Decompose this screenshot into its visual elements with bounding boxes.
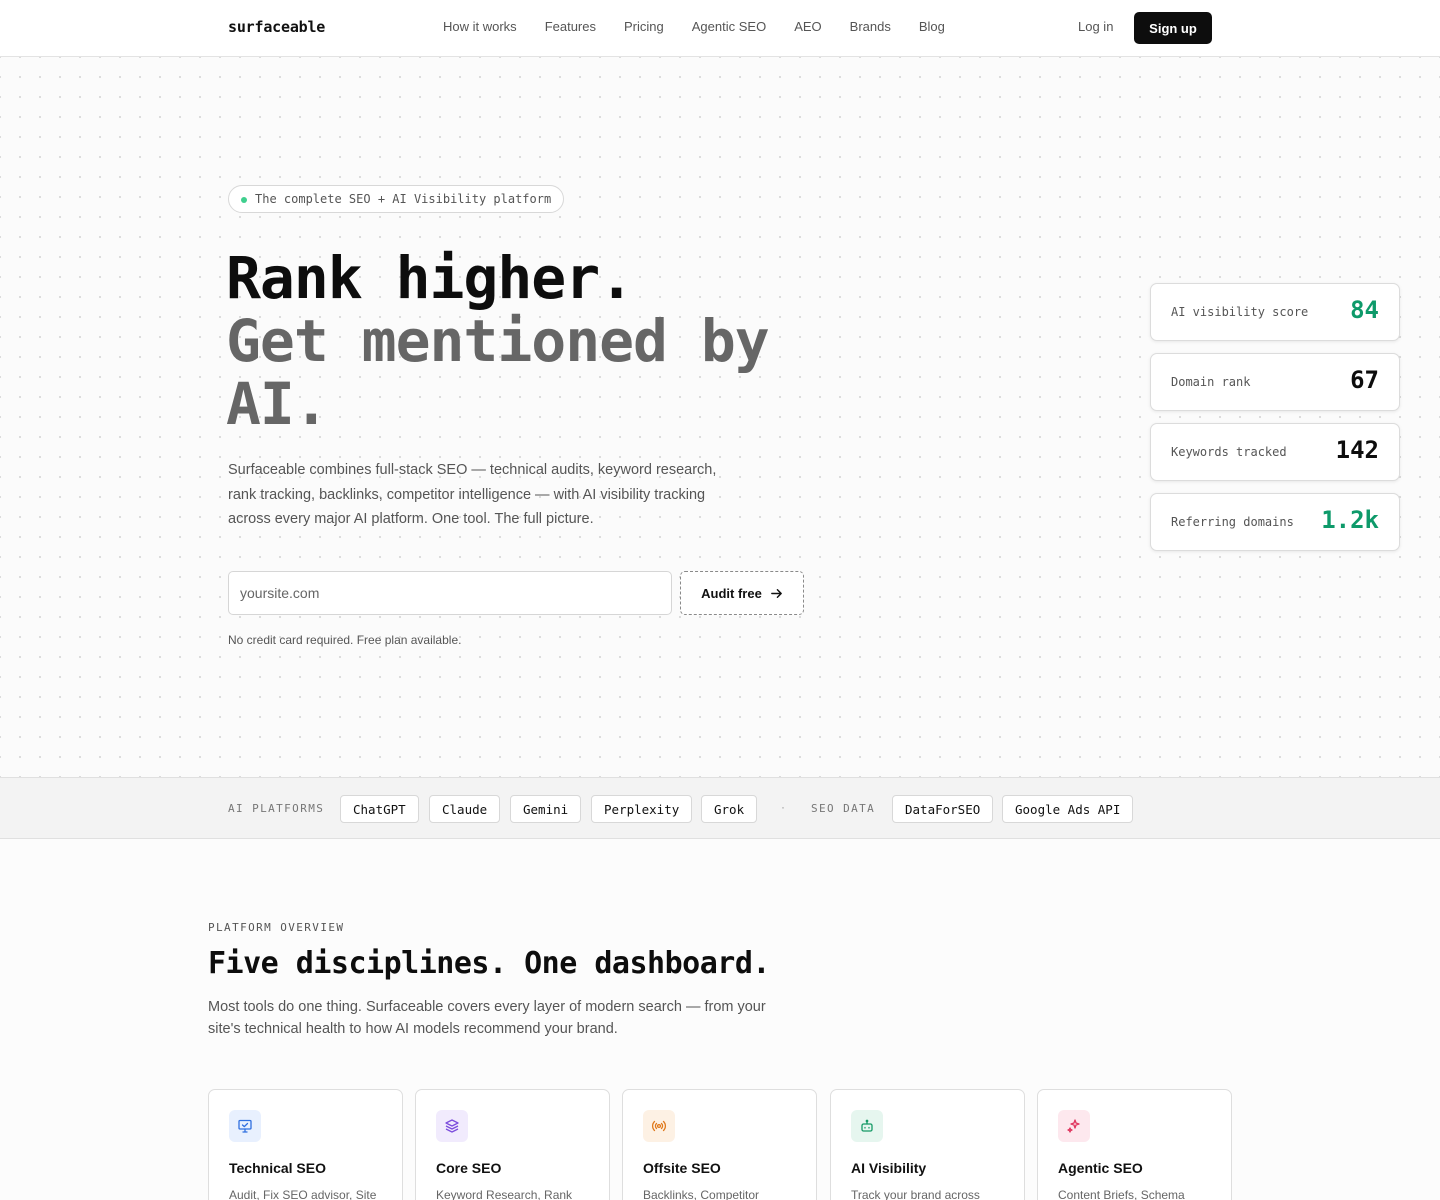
overview-description: Most tools do one thing. Surfaceable cov… <box>208 999 766 1037</box>
feature-title: Core SEO <box>436 1160 502 1176</box>
hero-note: No credit card required. Free plan avail… <box>228 633 462 647</box>
feature-title: Agentic SEO <box>1058 1160 1143 1176</box>
chip-dataforseo: DataForSEO <box>892 795 994 823</box>
feature-card-offsite-seo[interactable]: Offsite SEO Backlinks, Competitor <box>622 1089 817 1200</box>
nav-links: How it works Features Pricing Agentic SE… <box>443 19 945 34</box>
nav-link-how-it-works[interactable]: How it works <box>443 19 517 34</box>
chip-perplexity: Perplexity <box>591 795 693 823</box>
hero-badge: The complete SEO + AI Visibility platfor… <box>228 185 565 213</box>
chip-grok: Grok <box>701 795 758 823</box>
stat-label: Keywords tracked <box>1171 445 1287 459</box>
stat-value: 84 <box>1350 296 1379 324</box>
chip-google-ads-api: Google Ads API <box>1002 795 1134 823</box>
stat-label: Referring domains <box>1171 515 1294 529</box>
hero-description: Surfaceable combines full-stack SEO — te… <box>228 462 717 527</box>
platforms-strip: AI PLATFORMS ChatGPT Claude Gemini Perpl… <box>0 777 1440 839</box>
monitor-icon <box>229 1110 261 1142</box>
nav-link-aeo[interactable]: AEO <box>794 19 821 34</box>
feature-card-agentic-seo[interactable]: Agentic SEO Content Briefs, Schema <box>1037 1089 1232 1200</box>
feature-card-ai-visibility[interactable]: AI Visibility Track your brand across <box>830 1089 1025 1200</box>
nav-link-pricing[interactable]: Pricing <box>624 19 664 34</box>
hero-section: The complete SEO + AI Visibility platfor… <box>0 57 1440 778</box>
logo[interactable]: surfaceable <box>228 18 325 36</box>
nav-link-agentic-seo[interactable]: Agentic SEO <box>692 19 766 34</box>
ai-platforms-label: AI PLATFORMS <box>228 802 325 815</box>
broadcast-icon <box>643 1110 675 1142</box>
hero-badge-text: The complete SEO + AI Visibility platfor… <box>255 192 552 206</box>
stat-value: 1.2k <box>1321 506 1379 534</box>
feature-title: Technical SEO <box>229 1160 326 1176</box>
chip-gemini: Gemini <box>510 795 582 823</box>
chip-chatgpt: ChatGPT <box>340 795 419 823</box>
audit-free-label: Audit free <box>701 585 762 601</box>
stat-card-keywords-tracked: Keywords tracked 142 <box>1150 423 1400 481</box>
stat-value: 142 <box>1335 436 1379 464</box>
arrow-right-icon <box>770 588 782 598</box>
hero-title-line2: Get mentioned by AI. <box>226 307 770 438</box>
login-link[interactable]: Log in <box>1078 19 1113 34</box>
feature-title: Offsite SEO <box>643 1160 721 1176</box>
stat-label: Domain rank <box>1171 375 1251 389</box>
layers-icon <box>436 1110 468 1142</box>
strip-separator: · <box>781 800 785 814</box>
nav-link-brands[interactable]: Brands <box>850 19 891 34</box>
stat-label: AI visibility score <box>1171 305 1309 319</box>
feature-subtitle: Audit, Fix SEO advisor, Site <box>229 1188 377 1200</box>
feature-card-core-seo[interactable]: Core SEO Keyword Research, Rank <box>415 1089 610 1200</box>
robot-icon <box>851 1110 883 1142</box>
seo-data-label: SEO DATA <box>811 802 876 815</box>
website-url-input[interactable] <box>228 571 672 615</box>
top-nav: surfaceable How it works Features Pricin… <box>0 0 1440 57</box>
status-dot-icon <box>241 197 247 203</box>
hero-title-line1: Rank higher. <box>226 244 634 312</box>
stat-value: 67 <box>1350 366 1379 394</box>
feature-subtitle: Backlinks, Competitor <box>643 1188 760 1200</box>
overview-eyebrow: PLATFORM OVERVIEW <box>208 921 345 934</box>
stat-card-domain-rank: Domain rank 67 <box>1150 353 1400 411</box>
chip-claude: Claude <box>429 795 501 823</box>
stat-card-ai-visibility: AI visibility score 84 <box>1150 283 1400 341</box>
audit-free-button[interactable]: Audit free <box>680 571 804 615</box>
nav-link-blog[interactable]: Blog <box>919 19 945 34</box>
feature-subtitle: Keyword Research, Rank <box>436 1188 573 1200</box>
sparkles-icon <box>1058 1110 1090 1142</box>
feature-card-technical-seo[interactable]: Technical SEO Audit, Fix SEO advisor, Si… <box>208 1089 403 1200</box>
overview-title: Five disciplines. One dashboard. <box>208 946 770 981</box>
feature-subtitle: Track your brand across <box>851 1188 980 1200</box>
stat-card-referring-domains: Referring domains 1.2k <box>1150 493 1400 551</box>
nav-link-features[interactable]: Features <box>545 19 596 34</box>
hero-title: Rank higher. Get mentioned by AI. <box>226 247 866 436</box>
feature-subtitle: Content Briefs, Schema <box>1058 1188 1185 1200</box>
signup-button[interactable]: Sign up <box>1134 12 1212 44</box>
feature-title: AI Visibility <box>851 1160 927 1176</box>
